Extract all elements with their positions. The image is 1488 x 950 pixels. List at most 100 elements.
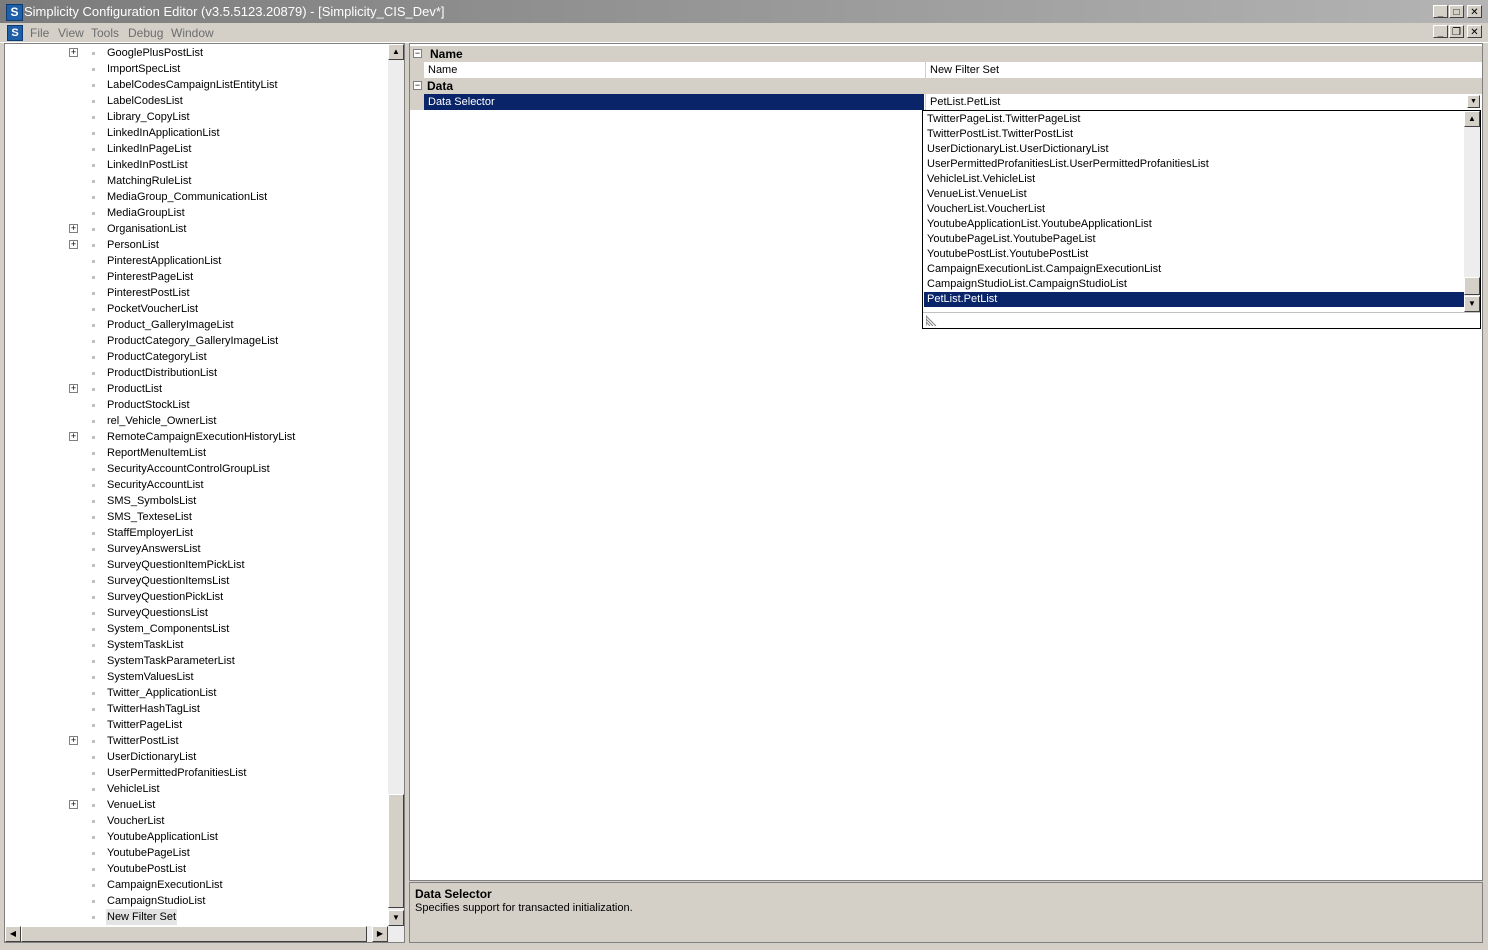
tree-horizontal-scrollbar[interactable]: ◀ ▶	[5, 926, 404, 942]
tree-item-label: Library_CopyList	[107, 111, 190, 123]
dropdown-scrollbar[interactable]: ▲ ▼	[1464, 111, 1480, 312]
tree-item-label: Product_GalleryImageList	[107, 319, 234, 331]
expand-icon[interactable]: +	[69, 736, 78, 745]
tree-node-icon	[92, 916, 95, 919]
tree-node-icon	[92, 404, 95, 407]
category-name[interactable]: − Name	[410, 46, 1482, 62]
minimize-icon[interactable]: _	[1433, 5, 1448, 18]
dropdown-item[interactable]: VenueList.VenueList	[924, 187, 1464, 202]
scroll-up-icon[interactable]: ▲	[1464, 111, 1480, 127]
expand-icon[interactable]: +	[69, 48, 78, 57]
dropdown-item[interactable]: UserDictionaryList.UserDictionaryList	[924, 142, 1464, 157]
tree-item-label: New Filter Set	[106, 909, 178, 925]
dropdown-item[interactable]: VehicleList.VehicleList	[924, 172, 1464, 187]
mdi-restore-icon[interactable]: ❐	[1449, 25, 1464, 38]
scroll-down-icon[interactable]: ▼	[388, 910, 404, 926]
expand-icon[interactable]: +	[69, 384, 78, 393]
dropdown-item[interactable]: CampaignStudioList.CampaignStudioList	[924, 277, 1464, 292]
chevron-down-icon[interactable]: ▼	[1467, 95, 1480, 108]
tree-item-label: LinkedInApplicationList	[107, 127, 220, 139]
dropdown-item[interactable]: YoutubePageList.YoutubePageList	[924, 232, 1464, 247]
tree-node-icon	[92, 468, 95, 471]
dropdown-item[interactable]: CampaignExecutionList.CampaignExecutionL…	[924, 262, 1464, 277]
tree-item-label: SMS_SymbolsList	[107, 495, 197, 507]
dropdown-item[interactable]: PetList.PetList	[924, 292, 1464, 307]
dropdown-scroll-thumb[interactable]	[1464, 277, 1480, 295]
tree-node-icon	[92, 484, 95, 487]
tree-node-icon	[92, 756, 95, 759]
scroll-right-icon[interactable]: ▶	[372, 926, 388, 942]
row-gutter	[410, 62, 424, 78]
tree-node-icon	[92, 500, 95, 503]
tree-item-label: CampaignExecutionList	[107, 879, 223, 891]
tree-item-label: ProductDistributionList	[107, 367, 218, 379]
tree-item-label: UserDictionaryList	[107, 751, 197, 763]
tree-hscroll-thumb[interactable]	[21, 926, 367, 942]
menu-file[interactable]: File	[30, 26, 49, 40]
expand-icon[interactable]: +	[69, 240, 78, 249]
menu-debug[interactable]: Debug	[128, 26, 163, 40]
dropdown-item[interactable]: TwitterPageList.TwitterPageList	[924, 112, 1464, 127]
menu-view[interactable]: View	[58, 26, 84, 40]
tree-node-icon	[92, 660, 95, 663]
category-name-label: Name	[430, 47, 463, 61]
tree-item-label: SurveyAnswersList	[107, 543, 201, 555]
property-row-data-selector[interactable]: Data Selector PetList.PetList ▼	[410, 94, 1482, 110]
tree-item-label: VehicleList	[107, 783, 160, 795]
dropdown-item[interactable]: YoutubePostList.YoutubePostList	[924, 247, 1464, 262]
tree-node-icon	[92, 260, 95, 263]
tree-node-icon	[92, 628, 95, 631]
tree-item-label: PersonList	[107, 239, 159, 251]
resize-grip[interactable]	[923, 312, 1480, 328]
menu-bar: S File View Tools Debug Window _ ❐ ✕	[0, 23, 1488, 43]
tree-item-label: GooglePlusPostList	[107, 47, 203, 59]
menu-window[interactable]: Window	[171, 26, 214, 40]
category-data[interactable]: − Data	[410, 78, 1482, 94]
dropdown-item[interactable]: UserPermittedProfanitiesList.UserPermitt…	[924, 157, 1464, 172]
menu-tools[interactable]: Tools	[91, 26, 119, 40]
tree-vertical-scrollbar[interactable]: ▲ ▼	[388, 44, 404, 926]
collapse-icon[interactable]: −	[413, 81, 422, 90]
tree-scroll-thumb[interactable]	[388, 794, 404, 908]
scroll-up-icon[interactable]: ▲	[388, 44, 404, 60]
tree-node-icon	[92, 52, 95, 55]
close-icon[interactable]: ✕	[1467, 5, 1482, 18]
tree-item-label: SecurityAccountList	[107, 479, 204, 491]
tree-node-icon	[92, 532, 95, 535]
scroll-left-icon[interactable]: ◀	[5, 926, 21, 942]
tree-item-label: ProductList	[107, 383, 163, 395]
tree-item-label: OrganisationList	[107, 223, 187, 235]
tree-item-label: Twitter_ApplicationList	[107, 687, 217, 699]
dropdown-item[interactable]: VoucherList.VoucherList	[924, 202, 1464, 217]
tree-node-icon	[92, 180, 95, 183]
help-title: Data Selector	[415, 887, 492, 901]
property-name-value[interactable]: New Filter Set	[925, 62, 1482, 78]
tree-node-icon	[92, 84, 95, 87]
tree-node-icon	[92, 868, 95, 871]
expand-icon[interactable]: +	[69, 432, 78, 441]
property-data-selector-value[interactable]: PetList.PetList	[925, 94, 1482, 110]
maximize-icon[interactable]: □	[1449, 5, 1464, 18]
tree-item-label: rel_Vehicle_OwnerList	[107, 415, 217, 427]
dropdown-item[interactable]: TwitterPostList.TwitterPostList	[924, 127, 1464, 142]
app-icon: S	[6, 4, 23, 21]
expand-icon[interactable]: +	[69, 224, 78, 233]
expand-icon[interactable]: +	[69, 800, 78, 809]
dropdown-item[interactable]: YoutubeApplicationList.YoutubeApplicatio…	[924, 217, 1464, 232]
scroll-down-icon[interactable]: ▼	[1464, 296, 1480, 312]
tree-node-icon	[92, 100, 95, 103]
mdi-minimize-icon[interactable]: _	[1433, 25, 1448, 38]
mdi-close-icon[interactable]: ✕	[1467, 25, 1482, 38]
property-row-name[interactable]: Name New Filter Set	[410, 62, 1482, 78]
property-name-label: Name	[428, 64, 458, 76]
data-selector-dropdown[interactable]: TwitterPageList.TwitterPageList TwitterPo…	[922, 110, 1481, 329]
tree-node-icon	[92, 516, 95, 519]
tree-item-label: SystemTaskList	[107, 639, 184, 651]
tree-node-icon	[92, 340, 95, 343]
tree-node-icon	[92, 196, 95, 199]
tree-node-icon	[92, 788, 95, 791]
document-icon[interactable]: S	[7, 25, 23, 41]
collapse-icon[interactable]: −	[413, 49, 422, 58]
tree-node-icon	[92, 212, 95, 215]
tree-view[interactable]: + GooglePlusPostList ImportSpecList LabelCo…	[4, 43, 405, 943]
